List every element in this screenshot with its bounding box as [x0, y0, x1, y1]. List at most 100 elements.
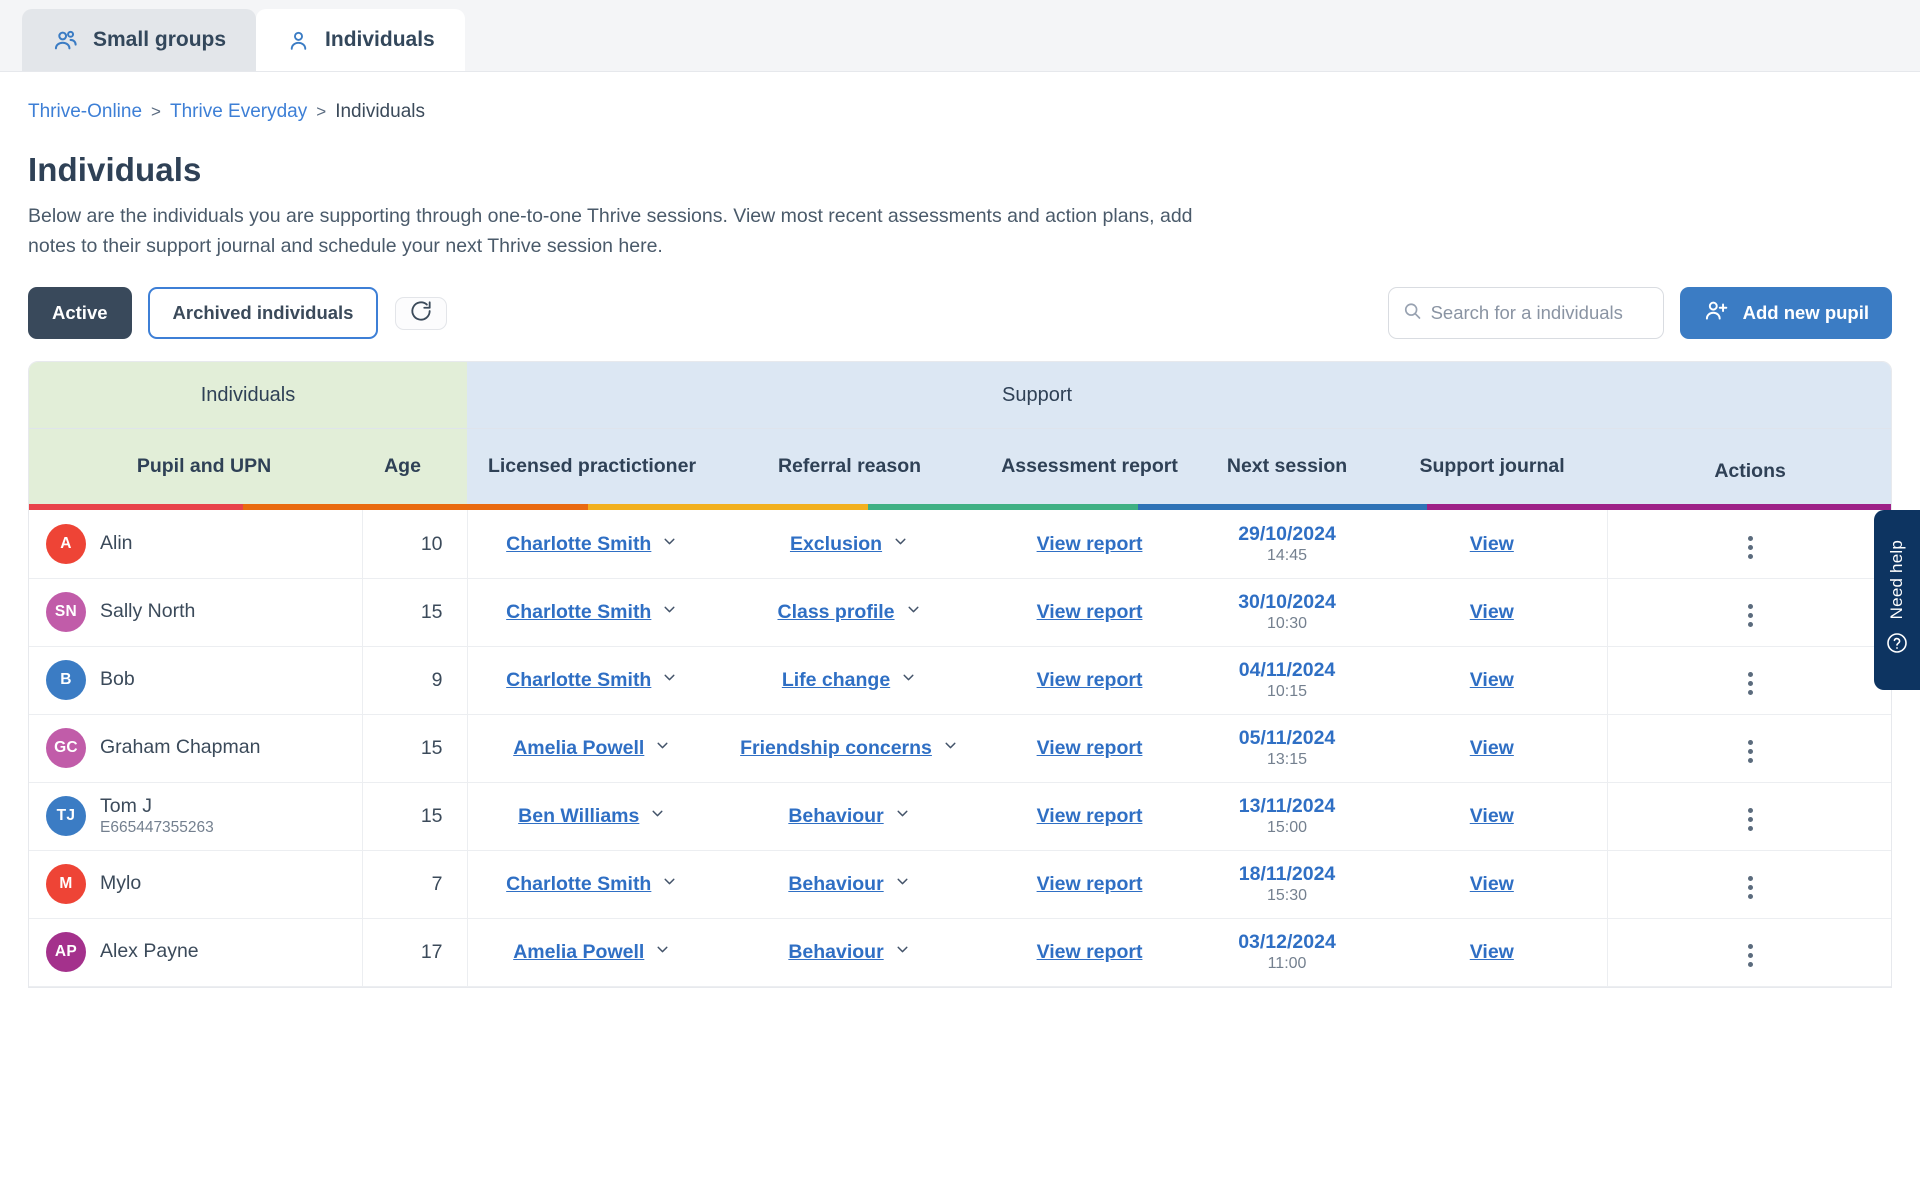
filter-archived-button[interactable]: Archived individuals	[147, 287, 379, 340]
rainbow-segment-2	[588, 504, 868, 511]
practitioner-link[interactable]: Charlotte Smith	[506, 873, 651, 896]
view-report-link[interactable]: View report	[1037, 601, 1143, 623]
support-journal-view-link[interactable]: View	[1470, 941, 1514, 963]
practitioner-link[interactable]: Amelia Powell	[513, 737, 644, 760]
cell-age: 7	[362, 850, 468, 919]
table-group-header-row: Individuals Support	[29, 362, 1891, 429]
cell-actions	[1607, 646, 1891, 715]
row-actions-menu-button[interactable]	[1742, 802, 1759, 837]
cell-practitioner: Charlotte Smith	[467, 850, 718, 919]
chevron-down-icon[interactable]	[942, 737, 959, 760]
next-session-date: 05/11/2024	[1238, 727, 1336, 750]
filter-active-button[interactable]: Active	[28, 287, 132, 340]
breadcrumb-item-thrive-online[interactable]: Thrive-Online	[28, 101, 142, 123]
cell-pupil: M Mylo	[29, 850, 363, 919]
cell-age: 9	[362, 646, 468, 715]
cell-pupil: GC Graham Chapman	[29, 714, 363, 783]
search-input[interactable]	[1387, 287, 1664, 340]
pupil-name: Alex Payne	[100, 940, 199, 963]
pupil-name: Sally North	[100, 600, 196, 623]
referral-reason-link[interactable]: Behaviour	[788, 873, 883, 896]
cell-assessment-report: View report	[982, 918, 1198, 987]
chevron-down-icon[interactable]	[661, 873, 678, 896]
avatar: TJ	[46, 796, 86, 837]
view-report-link[interactable]: View report	[1037, 941, 1143, 963]
chevron-down-icon[interactable]	[900, 669, 917, 692]
chevron-down-icon[interactable]	[649, 805, 666, 828]
referral-reason-link[interactable]: Life change	[782, 669, 890, 692]
cell-pupil: SN Sally North	[29, 578, 363, 647]
chevron-down-icon[interactable]	[661, 669, 678, 692]
next-session-time: 11:00	[1267, 955, 1307, 973]
column-header-licensed-practitioner: Licensed practictioner	[467, 428, 718, 505]
chevron-down-icon[interactable]	[654, 941, 671, 964]
table-column-header-row: Pupil and UPN Age Licensed practictioner…	[29, 428, 1891, 505]
chevron-down-icon[interactable]	[894, 805, 911, 828]
refresh-button[interactable]	[395, 296, 448, 330]
chevron-down-icon[interactable]	[905, 601, 922, 624]
practitioner-link[interactable]: Ben Williams	[518, 805, 639, 828]
rainbow-row	[29, 504, 1891, 511]
row-actions-menu-button[interactable]	[1742, 938, 1759, 973]
tab-individuals[interactable]: Individuals	[256, 9, 465, 71]
rainbow-segment-3	[867, 504, 1139, 511]
individuals-table: Individuals Support Pupil and UPN Age Li…	[29, 362, 1891, 987]
rainbow-divider	[29, 504, 1891, 511]
view-report-link[interactable]: View report	[1037, 669, 1143, 691]
cell-support-journal: View	[1377, 850, 1608, 919]
cell-next-session: 04/11/2024 10:15	[1197, 646, 1378, 715]
next-session-time: 15:00	[1266, 819, 1308, 837]
referral-reason-link[interactable]: Behaviour	[788, 805, 883, 828]
view-report-link[interactable]: View report	[1037, 533, 1143, 555]
chevron-down-icon[interactable]	[894, 941, 911, 964]
rainbow-segment-1	[243, 504, 589, 511]
row-actions-menu-button[interactable]	[1742, 666, 1759, 701]
row-actions-menu-button[interactable]	[1742, 870, 1759, 905]
practitioner-link[interactable]: Charlotte Smith	[506, 601, 651, 624]
group-header-individuals: Individuals	[29, 362, 468, 429]
search-field-wrapper	[1387, 287, 1664, 340]
support-journal-view-link[interactable]: View	[1470, 737, 1514, 759]
view-report-link[interactable]: View report	[1037, 873, 1143, 895]
support-journal-view-link[interactable]: View	[1470, 873, 1514, 895]
referral-reason-link[interactable]: Behaviour	[788, 941, 883, 964]
chevron-down-icon[interactable]	[654, 737, 671, 760]
practitioner-link[interactable]: Charlotte Smith	[506, 533, 651, 556]
view-report-link[interactable]: View report	[1037, 737, 1143, 759]
cell-age: 17	[362, 918, 468, 987]
row-actions-menu-button[interactable]	[1742, 598, 1759, 633]
tab-small-groups[interactable]: Small groups	[22, 9, 257, 71]
cell-practitioner: Amelia Powell	[467, 918, 718, 987]
need-help-button[interactable]: Need help	[1874, 510, 1920, 690]
chevron-down-icon[interactable]	[894, 873, 911, 896]
support-journal-view-link[interactable]: View	[1470, 601, 1514, 623]
cell-referral-reason: Behaviour	[717, 850, 983, 919]
chevron-down-icon[interactable]	[661, 601, 678, 624]
referral-reason-link[interactable]: Friendship concerns	[740, 737, 932, 760]
cell-assessment-report: View report	[982, 714, 1198, 783]
add-new-pupil-button[interactable]: Add new pupil	[1679, 287, 1892, 340]
table-row: A Alin 10 Charlotte Smith Exclusion View repo…	[29, 510, 1891, 579]
cell-referral-reason: Friendship concerns	[717, 714, 983, 783]
referral-reason-link[interactable]: Exclusion	[790, 533, 882, 556]
view-report-link[interactable]: View report	[1037, 805, 1143, 827]
row-actions-menu-button[interactable]	[1742, 734, 1759, 769]
cell-practitioner: Charlotte Smith	[467, 646, 718, 715]
support-journal-view-link[interactable]: View	[1470, 805, 1514, 827]
cell-next-session: 13/11/2024 15:00	[1197, 782, 1378, 851]
avatar: A	[46, 524, 86, 564]
table-row: AP Alex Payne 17 Amelia Powell Behaviour View…	[29, 918, 1891, 987]
chevron-down-icon[interactable]	[661, 533, 678, 556]
referral-reason-link[interactable]: Class profile	[777, 601, 894, 624]
support-journal-view-link[interactable]: View	[1470, 669, 1514, 691]
support-journal-view-link[interactable]: View	[1470, 533, 1514, 555]
practitioner-link[interactable]: Amelia Powell	[513, 941, 644, 964]
breadcrumb-separator: >	[151, 102, 161, 121]
practitioner-link[interactable]: Charlotte Smith	[506, 669, 651, 692]
cell-actions	[1607, 578, 1891, 647]
chevron-down-icon[interactable]	[892, 533, 909, 556]
row-actions-menu-button[interactable]	[1742, 530, 1759, 565]
table-row: SN Sally North 15 Charlotte Smith Class prof…	[29, 578, 1891, 647]
add-new-pupil-label: Add new pupil	[1742, 302, 1869, 324]
breadcrumb-item-thrive-everyday[interactable]: Thrive Everyday	[170, 101, 307, 123]
